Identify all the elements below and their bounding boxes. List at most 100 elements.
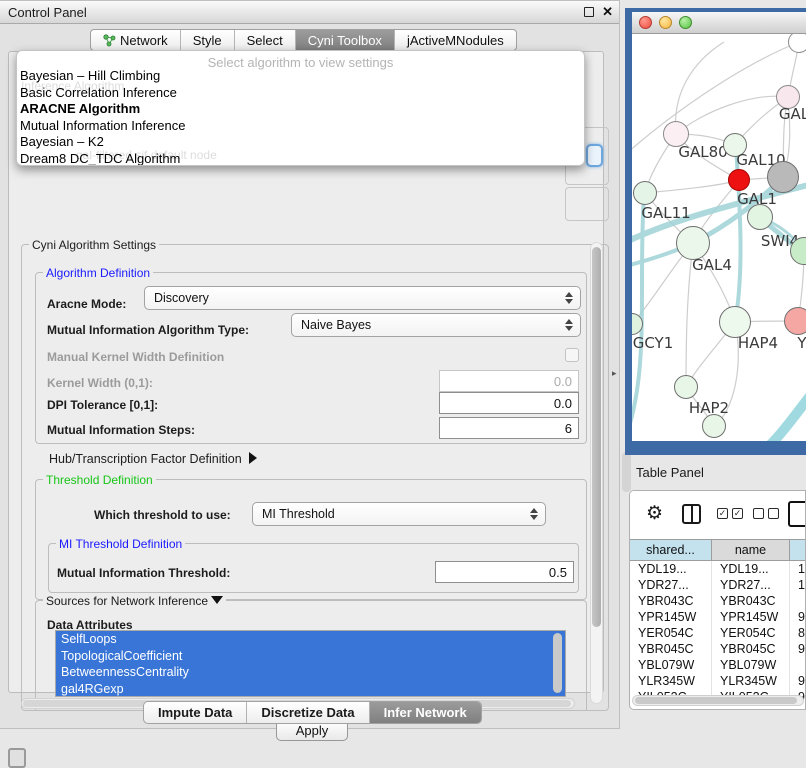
- new-table-icon[interactable]: [788, 501, 806, 527]
- algorithm-option[interactable]: Bayesian – Hill Climbing: [20, 68, 580, 85]
- attribute-item[interactable]: BetweennessCentrality: [56, 664, 565, 681]
- settings-vertical-scrollbar[interactable]: [590, 242, 603, 704]
- tab-cyni-toolbox[interactable]: Cyni Toolbox: [296, 30, 395, 50]
- manual-kernel-checkbox[interactable]: [565, 348, 579, 362]
- tab-label: Network: [120, 33, 168, 48]
- node-attribute-table[interactable]: shared...nameAYDL19...YDL19...13YDR27...…: [630, 539, 806, 705]
- table-cell: YER054C: [712, 625, 790, 641]
- column-header-A[interactable]: A: [790, 540, 806, 560]
- algorithm-option[interactable]: Bayesian – K2: [20, 134, 580, 151]
- column-header-shared[interactable]: shared...: [630, 540, 712, 560]
- mi-type-combo[interactable]: Naive Bayes: [291, 313, 581, 337]
- minimize-traffic-light-icon[interactable]: [659, 16, 672, 29]
- table-cell: YLR345W: [712, 673, 790, 689]
- table-row[interactable]: YLR345WYLR345W9.: [630, 673, 806, 689]
- network-icon: [103, 34, 116, 47]
- algorithm-option[interactable]: ARACNE Algorithm: [20, 101, 580, 118]
- dpi-tolerance-field[interactable]: 0.0: [439, 392, 579, 414]
- table-cell: YBR043C: [712, 593, 790, 609]
- table-row[interactable]: YBL079WYBL079W: [630, 657, 806, 673]
- which-threshold-combo[interactable]: MI Threshold: [252, 502, 546, 526]
- table-cell: YBR045C: [630, 641, 712, 657]
- algorithm-definition-title: Algorithm Definition: [43, 266, 153, 280]
- network-selector-groupbox-fragment: [565, 187, 609, 221]
- table-cell: YBR045C: [712, 641, 790, 657]
- tab-select[interactable]: Select: [235, 30, 296, 50]
- attribute-item[interactable]: gal4RGexp: [56, 681, 565, 698]
- table-header-row: shared...nameA: [630, 539, 806, 561]
- list-scrollbar[interactable]: [553, 633, 562, 693]
- table-row[interactable]: YER054CYER054C8.: [630, 625, 806, 641]
- attribute-item[interactable]: TopologicalCoefficient: [56, 648, 565, 665]
- tab-style[interactable]: Style: [181, 30, 235, 50]
- table-cell: 13: [790, 561, 806, 577]
- table-cell: 9.: [790, 673, 806, 689]
- table-panel-toolbar: ⚙ ✓✓: [630, 491, 805, 539]
- panel-splitter[interactable]: [622, 452, 631, 492]
- table-panel: ⚙ ✓✓ shared...nameAYDL19...YDL19...13YDR…: [629, 490, 806, 710]
- algorithm-option[interactable]: Basic Correlation Inference: [20, 85, 580, 102]
- mi-threshold-field[interactable]: 0.5: [435, 561, 574, 583]
- algorithm-option[interactable]: Dream8 DC_TDC Algorithm: [20, 151, 580, 167]
- table-row[interactable]: YPR145WYPR145W9.: [630, 609, 806, 625]
- network-window-titlebar[interactable]: [632, 12, 806, 34]
- column-layout-icon[interactable]: [682, 504, 701, 524]
- tab-jactivemnodules[interactable]: jActiveMNodules: [395, 30, 516, 50]
- node-label: GAL11: [641, 204, 690, 222]
- table-cell: 8.: [790, 625, 806, 641]
- sources-group-title[interactable]: Sources for Network Inference: [43, 594, 226, 608]
- deselect-all-checkboxes-icon[interactable]: [753, 508, 779, 519]
- table-cell: YDL19...: [630, 561, 712, 577]
- close-traffic-light-icon[interactable]: [639, 16, 652, 29]
- table-cell: YPR145W: [712, 609, 790, 625]
- select-all-checkboxes-icon[interactable]: ✓✓: [717, 508, 743, 519]
- node[interactable]: [702, 414, 726, 438]
- expanded-arrow-icon: [211, 596, 223, 604]
- hub-definition-toggle[interactable]: Hub/Transcription Factor Definition: [49, 452, 257, 466]
- node-label: HAP4: [738, 334, 778, 352]
- table-horizontal-scrollbar[interactable]: [632, 695, 804, 706]
- attribute-item[interactable]: SelfLoops: [56, 631, 565, 648]
- minimized-panel-icon[interactable]: [8, 748, 26, 768]
- tab-network[interactable]: Network: [91, 30, 181, 50]
- node-gal1[interactable]: [728, 169, 750, 191]
- gear-icon[interactable]: ⚙: [646, 503, 663, 525]
- column-header-name[interactable]: name: [712, 540, 790, 560]
- which-threshold-label: Which threshold to use:: [94, 508, 231, 522]
- node-hap2[interactable]: [674, 375, 698, 399]
- scrollbar-thumb[interactable]: [635, 697, 797, 704]
- kernel-width-field[interactable]: 0.0: [439, 370, 579, 392]
- aracne-mode-combo[interactable]: Discovery: [144, 286, 581, 310]
- tab-discretize-data[interactable]: Discretize Data: [247, 702, 369, 723]
- table-row[interactable]: YDL19...YDL19...13: [630, 561, 806, 577]
- scrollbar-thumb[interactable]: [592, 247, 601, 627]
- algorithm-combo-stepper[interactable]: [586, 144, 603, 167]
- table-row[interactable]: YBR045CYBR045C9.: [630, 641, 806, 657]
- node-gal11[interactable]: [633, 181, 657, 205]
- node-label: GAL: [779, 105, 806, 123]
- kernel-width-label: Kernel Width (0,1):: [47, 376, 153, 390]
- table-row[interactable]: YDR27...YDR27...12: [630, 577, 806, 593]
- node-y[interactable]: [784, 307, 806, 335]
- tab-impute-data[interactable]: Impute Data: [144, 702, 247, 723]
- tab-label: jActiveMNodules: [407, 33, 504, 48]
- node-label: GAL80: [678, 143, 727, 161]
- zoom-traffic-light-icon[interactable]: [679, 16, 692, 29]
- dpi-tolerance-label: DPI Tolerance [0,1]:: [47, 398, 158, 412]
- close-icon[interactable]: ✕: [602, 5, 613, 19]
- table-row[interactable]: YBR043CYBR043C: [630, 593, 806, 609]
- table-panel-title: Table Panel: [636, 465, 704, 480]
- table-cell: 12: [790, 577, 806, 593]
- node[interactable]: [767, 161, 799, 193]
- splitter-grip-icon[interactable]: ▸: [612, 368, 617, 379]
- node-swi4[interactable]: [747, 204, 773, 230]
- node[interactable]: [788, 34, 806, 53]
- float-window-icon[interactable]: [584, 7, 594, 17]
- data-attributes-list[interactable]: SelfLoopsTopologicalCoefficientBetweenne…: [55, 630, 566, 697]
- tab-infer-network[interactable]: Infer Network: [370, 702, 481, 723]
- algorithm-option[interactable]: Mutual Information Inference: [20, 118, 580, 135]
- network-canvas[interactable]: GALGAL80GAL10GAL1GAL11SWI4GAL4GCY1HAP4YH…: [632, 34, 806, 441]
- table-cell: 9.: [790, 641, 806, 657]
- node-gal4[interactable]: [676, 226, 710, 260]
- mi-steps-field[interactable]: 6: [439, 417, 579, 439]
